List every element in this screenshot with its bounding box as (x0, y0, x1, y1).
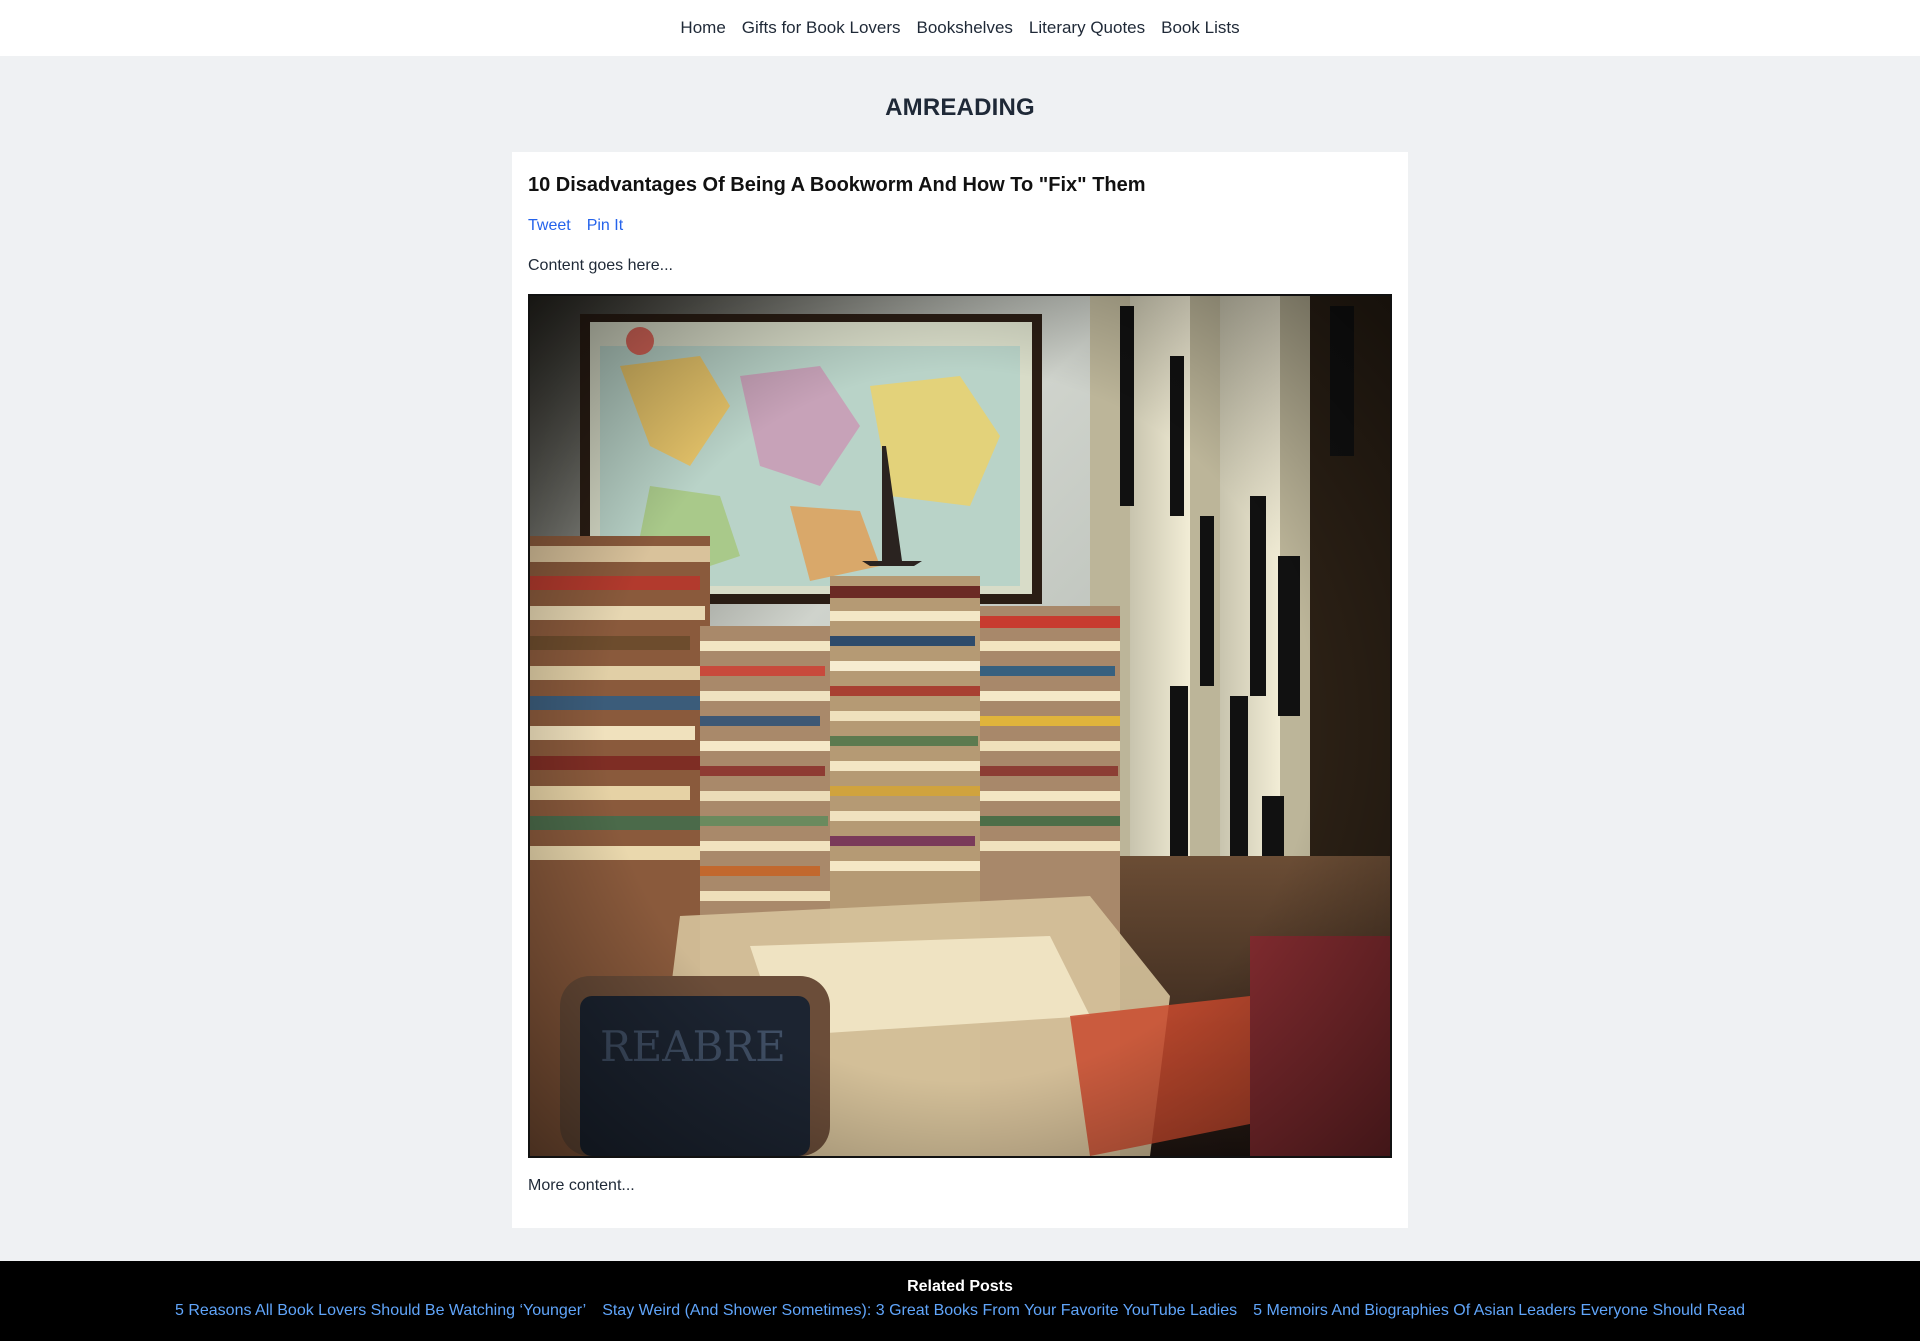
site-title: AMREADING (885, 94, 1035, 121)
nav-book-lists-link[interactable]: Book Lists (1161, 16, 1239, 40)
article-intro-text: Content goes here... (528, 257, 673, 274)
related-post-link[interactable]: Stay Weird (And Shower Sometimes): 3 Gre… (602, 1301, 1237, 1321)
article-more-text: More content... (528, 1177, 635, 1194)
share-links: Tweet Pin It (528, 216, 1392, 236)
top-nav: Home Gifts for Book Lovers Bookshelves L… (0, 0, 1920, 56)
nav-bookshelves-link[interactable]: Bookshelves (917, 16, 1013, 40)
nav-literary-quotes-link[interactable]: Literary Quotes (1029, 16, 1145, 40)
article-photo: REABRE (528, 294, 1392, 1158)
related-posts-heading: Related Posts (907, 1278, 1013, 1295)
footer: Related Posts 5 Reasons All Book Lovers … (0, 1261, 1920, 1341)
article-card: 10 Disadvantages Of Being A Bookworm And… (512, 152, 1408, 1228)
article-title: 10 Disadvantages Of Being A Bookworm And… (528, 174, 1146, 196)
nav-gifts-link[interactable]: Gifts for Book Lovers (742, 16, 901, 40)
related-post-link[interactable]: 5 Reasons All Book Lovers Should Be Watc… (175, 1301, 586, 1321)
related-post-link[interactable]: 5 Memoirs And Biographies Of Asian Leade… (1253, 1301, 1745, 1321)
bookshop-photo-illustration: REABRE (530, 296, 1390, 1156)
tweet-link[interactable]: Tweet (528, 216, 571, 236)
nav-home-link[interactable]: Home (680, 16, 725, 40)
pin-it-link[interactable]: Pin It (587, 216, 623, 236)
related-posts-list: 5 Reasons All Book Lovers Should Be Watc… (0, 1301, 1920, 1321)
